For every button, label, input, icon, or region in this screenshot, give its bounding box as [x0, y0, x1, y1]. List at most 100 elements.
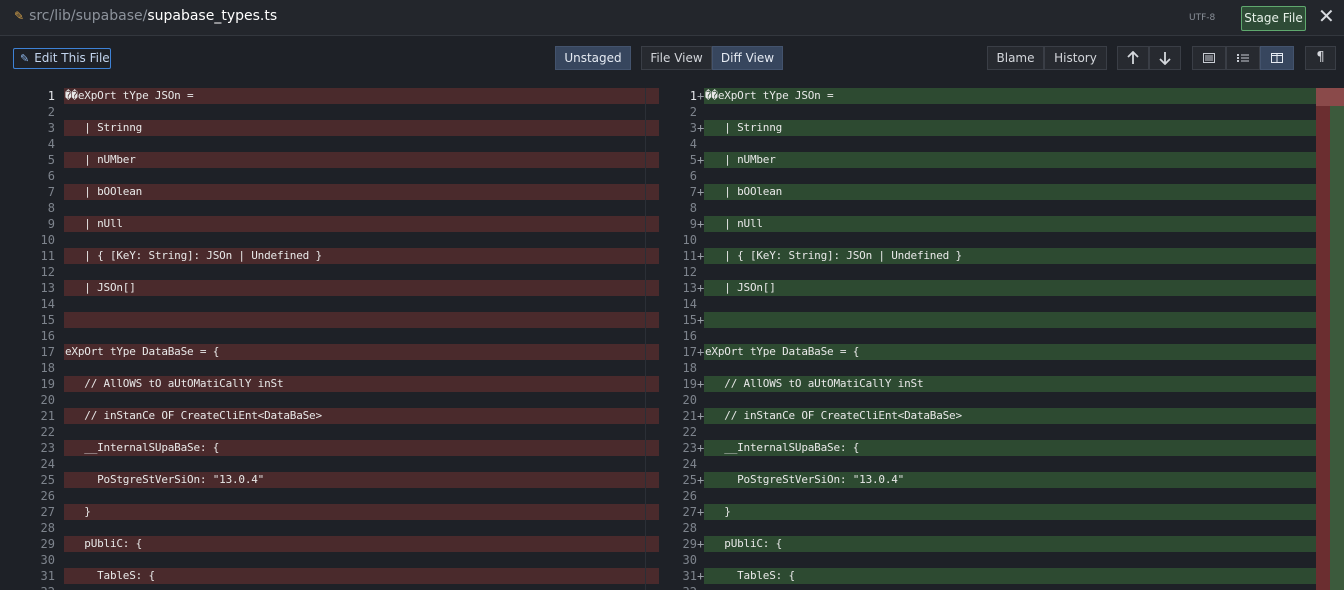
code-text[interactable]: PoStgreStVerSiOn: "13.0.4": [65, 473, 264, 487]
diff-line[interactable]: 16: [0, 328, 660, 344]
scrollbar-thumb[interactable]: [1316, 88, 1344, 106]
diff-line[interactable]: 4: [0, 136, 660, 152]
diff-line[interactable]: 29 + pUbliC: {: [680, 536, 1316, 552]
diff-line[interactable]: 1 ��eXpOrt tYpe JSOn =: [0, 88, 660, 104]
diff-line[interactable]: 6: [0, 168, 660, 184]
diff-line[interactable]: 7 + | bOOlean: [680, 184, 1316, 200]
diff-line[interactable]: 16: [680, 328, 1316, 344]
code-text[interactable]: | { [KeY: String]: JSOn | Undefined }: [65, 249, 322, 263]
inline-view-button[interactable]: [1192, 46, 1226, 70]
diff-line[interactable]: 11 + | { [KeY: String]: JSOn | Undefined …: [680, 248, 1316, 264]
diff-line[interactable]: 18: [680, 360, 1316, 376]
code-text[interactable]: // inStanCe OF CreateCliEnt<DataBaSe>: [705, 409, 962, 423]
code-text[interactable]: | nUMber: [65, 153, 136, 167]
code-text[interactable]: ��eXpOrt tYpe JSOn =: [65, 89, 194, 103]
tab-file-view[interactable]: File View: [641, 46, 712, 70]
list-view-button[interactable]: [1226, 46, 1260, 70]
diff-line[interactable]: 18: [0, 360, 660, 376]
diff-line[interactable]: 24: [680, 456, 1316, 472]
diff-line[interactable]: 10: [0, 232, 660, 248]
diff-line[interactable]: 23 + __InternalSUpaBaSe: {: [680, 440, 1316, 456]
diff-line[interactable]: 9 + | nUll: [680, 216, 1316, 232]
code-text[interactable]: ��eXpOrt tYpe JSOn =: [705, 89, 834, 103]
diff-line[interactable]: 25 + PoStgreStVerSiOn: "13.0.4": [680, 472, 1316, 488]
code-text[interactable]: | JSOn[]: [65, 281, 136, 295]
diff-line[interactable]: 19 // AllOWS tO aUtOMatiCallY inSt: [0, 376, 660, 392]
code-text[interactable]: | JSOn[]: [705, 281, 776, 295]
diff-line[interactable]: 28: [0, 520, 660, 536]
diff-line[interactable]: 8: [0, 200, 660, 216]
diff-line[interactable]: 26: [680, 488, 1316, 504]
code-text[interactable]: | nUll: [65, 217, 123, 231]
code-text[interactable]: __InternalSUpaBaSe: {: [65, 441, 219, 455]
code-text[interactable]: TableS: {: [705, 569, 795, 583]
code-text[interactable]: eXpOrt tYpe DataBaSe = {: [65, 345, 219, 359]
diff-line[interactable]: 15 +: [680, 312, 1316, 328]
code-text[interactable]: pUbliC: {: [65, 537, 142, 551]
diff-line[interactable]: 32: [680, 584, 1316, 590]
diff-line[interactable]: 22: [0, 424, 660, 440]
diff-line[interactable]: 3 | Strinng: [0, 120, 660, 136]
diff-line[interactable]: 25 PoStgreStVerSiOn: "13.0.4": [0, 472, 660, 488]
diff-line[interactable]: 13 + | JSOn[]: [680, 280, 1316, 296]
diff-line[interactable]: 13 | JSOn[]: [0, 280, 660, 296]
modified-pane[interactable]: 1 + ��eXpOrt tYpe JSOn = 2 3 + | Strinng 4 5 + |…: [680, 88, 1316, 590]
diff-line[interactable]: 14: [0, 296, 660, 312]
diff-line[interactable]: 10: [680, 232, 1316, 248]
diff-line[interactable]: 8: [680, 200, 1316, 216]
pane-divider[interactable]: [645, 88, 646, 590]
code-text[interactable]: | Strinng: [65, 121, 142, 135]
diff-line[interactable]: 21 + // inStanCe OF CreateCliEnt<DataBaSe…: [680, 408, 1316, 424]
diff-line[interactable]: 1 + ��eXpOrt tYpe JSOn =: [680, 88, 1316, 104]
tab-diff-view[interactable]: Diff View: [712, 46, 783, 70]
code-text[interactable]: | bOOlean: [705, 185, 782, 199]
diff-line[interactable]: 22: [680, 424, 1316, 440]
diff-line[interactable]: 14: [680, 296, 1316, 312]
history-button[interactable]: History: [1044, 46, 1107, 70]
diff-line[interactable]: 24: [0, 456, 660, 472]
diff-line[interactable]: 31 + TableS: {: [680, 568, 1316, 584]
diff-line[interactable]: 3 + | Strinng: [680, 120, 1316, 136]
diff-line[interactable]: 2: [0, 104, 660, 120]
code-text[interactable]: | Strinng: [705, 121, 782, 135]
code-text[interactable]: | nUMber: [705, 153, 776, 167]
diff-line[interactable]: 27 + }: [680, 504, 1316, 520]
diff-line[interactable]: 11 | { [KeY: String]: JSOn | Undefined }: [0, 248, 660, 264]
diff-line[interactable]: 20: [0, 392, 660, 408]
diff-line[interactable]: 5 + | nUMber: [680, 152, 1316, 168]
encoding-label[interactable]: UTF-8: [1189, 13, 1215, 23]
diff-line[interactable]: 17 + eXpOrt tYpe DataBaSe = {: [680, 344, 1316, 360]
diff-line[interactable]: 4: [680, 136, 1316, 152]
diff-line[interactable]: 12: [680, 264, 1316, 280]
blame-button[interactable]: Blame: [987, 46, 1044, 70]
code-text[interactable]: }: [65, 505, 91, 519]
diff-line[interactable]: 19 + // AllOWS tO aUtOMatiCallY inSt: [680, 376, 1316, 392]
code-text[interactable]: PoStgreStVerSiOn: "13.0.4": [705, 473, 904, 487]
diff-line[interactable]: 32: [0, 584, 660, 590]
diff-line[interactable]: 28: [680, 520, 1316, 536]
code-text[interactable]: TableS: {: [65, 569, 155, 583]
diff-line[interactable]: 7 | bOOlean: [0, 184, 660, 200]
diff-line[interactable]: 31 TableS: {: [0, 568, 660, 584]
code-text[interactable]: | nUll: [705, 217, 763, 231]
diff-line[interactable]: 30: [0, 552, 660, 568]
code-text[interactable]: // inStanCe OF CreateCliEnt<DataBaSe>: [65, 409, 322, 423]
edit-file-button[interactable]: ✎ Edit This File: [13, 48, 111, 69]
diff-line[interactable]: 5 | nUMber: [0, 152, 660, 168]
diff-line[interactable]: 12: [0, 264, 660, 280]
diff-line[interactable]: 29 pUbliC: {: [0, 536, 660, 552]
close-icon[interactable]: ✕: [1318, 4, 1335, 28]
previous-change-button[interactable]: [1117, 46, 1149, 70]
original-pane[interactable]: 1 ��eXpOrt tYpe JSOn = 2 3 | Strinng 4 5 | nU…: [0, 88, 660, 590]
code-text[interactable]: pUbliC: {: [705, 537, 782, 551]
whitespace-toggle-icon[interactable]: ¶: [1305, 46, 1336, 70]
split-view-button[interactable]: [1260, 46, 1294, 70]
next-change-button[interactable]: [1149, 46, 1181, 70]
diff-overview-ruler[interactable]: [1316, 88, 1344, 590]
unstaged-button[interactable]: Unstaged: [555, 46, 631, 70]
diff-line[interactable]: 6: [680, 168, 1316, 184]
stage-file-button[interactable]: Stage File: [1241, 6, 1306, 31]
diff-line[interactable]: 9 | nUll: [0, 216, 660, 232]
code-text[interactable]: // AllOWS tO aUtOMatiCallY inSt: [65, 377, 283, 391]
diff-line[interactable]: 20: [680, 392, 1316, 408]
